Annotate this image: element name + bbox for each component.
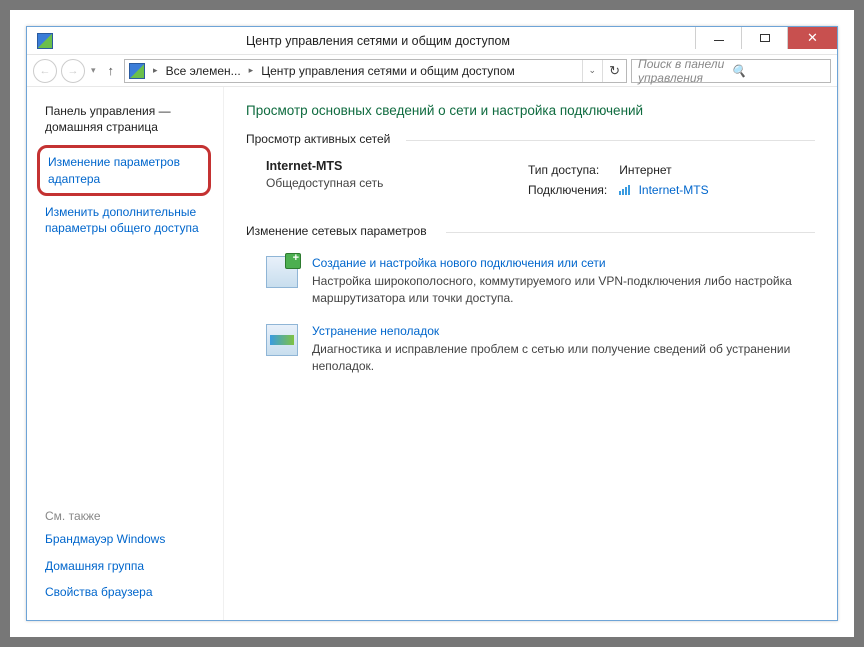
connections-label: Подключения: <box>528 181 617 200</box>
address-dropdown[interactable]: ⌄ <box>582 60 603 82</box>
page-heading: Просмотр основных сведений о сети и наст… <box>246 103 815 118</box>
control-panel-home-link[interactable]: Панель управления — домашняя страница <box>45 103 213 135</box>
maximize-button[interactable] <box>741 27 787 49</box>
access-type-value: Интернет <box>619 161 718 179</box>
new-connection-icon <box>266 256 298 288</box>
address-bar[interactable]: ▸ Все элемен... ▸ Центр управления сетям… <box>124 59 627 83</box>
main-content: Просмотр основных сведений о сети и наст… <box>224 87 837 620</box>
troubleshoot-icon <box>266 324 298 356</box>
sidebar: Панель управления — домашняя страница Из… <box>27 87 224 620</box>
search-placeholder: Поиск в панели управления <box>638 57 731 85</box>
troubleshoot-link[interactable]: Устранение неполадок <box>312 324 815 338</box>
new-connection-item: Создание и настройка нового подключения … <box>246 248 815 317</box>
search-input[interactable]: Поиск в панели управления 🔍 <box>631 59 831 83</box>
titlebar: Центр управления сетями и общим доступом… <box>27 27 837 55</box>
see-also-label: См. также <box>45 509 213 523</box>
close-button[interactable]: ✕ <box>787 27 837 49</box>
control-panel-window: Центр управления сетями и общим доступом… <box>26 26 838 621</box>
adapter-settings-highlight: Изменение параметров адаптера <box>37 145 211 195</box>
breadcrumb-segment[interactable]: Все элемен... <box>162 64 245 78</box>
minimize-button[interactable] <box>695 27 741 49</box>
change-settings-label: Изменение сетевых параметров <box>246 224 815 238</box>
navbar: ← → ▾ ↑ ▸ Все элемен... ▸ Центр управлен… <box>27 55 837 87</box>
search-icon: 🔍 <box>731 64 824 78</box>
chevron-right-icon: ▸ <box>149 65 162 76</box>
location-icon <box>129 63 145 79</box>
access-type-label: Тип доступа: <box>528 161 617 179</box>
network-type: Общедоступная сеть <box>266 176 526 190</box>
app-icon <box>37 33 53 49</box>
refresh-button[interactable]: ↻ <box>602 60 626 82</box>
back-button[interactable]: ← <box>33 59 57 83</box>
firewall-link[interactable]: Брандмауэр Windows <box>45 531 213 547</box>
homegroup-link[interactable]: Домашняя группа <box>45 558 213 574</box>
chevron-right-icon: ▸ <box>245 65 258 76</box>
up-button[interactable]: ↑ <box>102 63 121 78</box>
network-name: Internet-MTS <box>266 159 526 173</box>
troubleshoot-item: Устранение неполадок Диагностика и испра… <box>246 316 815 385</box>
active-network-row: Internet-MTS Общедоступная сеть Тип дост… <box>246 159 815 202</box>
browser-properties-link[interactable]: Свойства браузера <box>45 584 213 600</box>
forward-button[interactable]: → <box>61 59 85 83</box>
advanced-sharing-link[interactable]: Изменить дополнительные параметры общего… <box>45 204 213 236</box>
connection-link[interactable]: Internet-MTS <box>639 183 709 197</box>
active-networks-label: Просмотр активных сетей <box>246 132 815 149</box>
signal-icon <box>619 184 631 198</box>
troubleshoot-desc: Диагностика и исправление проблем с сеть… <box>312 341 815 375</box>
history-dropdown[interactable]: ▾ <box>89 65 98 76</box>
window-title: Центр управления сетями и общим доступом <box>61 34 695 48</box>
breadcrumb-segment[interactable]: Центр управления сетями и общим доступом <box>257 64 519 78</box>
new-connection-link[interactable]: Создание и настройка нового подключения … <box>312 256 815 270</box>
new-connection-desc: Настройка широкополосного, коммутируемог… <box>312 273 815 307</box>
adapter-settings-link[interactable]: Изменение параметров адаптера <box>48 154 200 186</box>
